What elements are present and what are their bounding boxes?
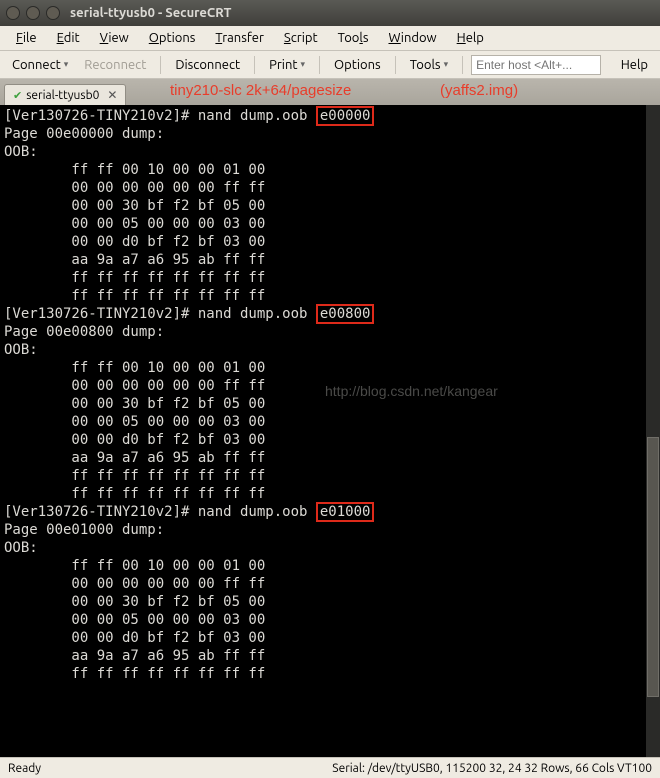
status-right: Serial: /dev/ttyUSB0, 115200 32, 24 32 R…	[332, 762, 652, 775]
close-tab-icon[interactable]: ✕	[107, 88, 117, 102]
menu-file[interactable]: File	[6, 28, 47, 48]
host-input[interactable]	[471, 55, 601, 75]
annotation-pagesize: tiny210-slc 2k+64/pagesize	[170, 82, 351, 99]
annotation-yaffs: (yaffs2.img)	[440, 82, 518, 99]
window-title: serial-ttyusb0 - SecureCRT	[70, 6, 231, 20]
menu-window[interactable]: Window	[378, 28, 446, 48]
connect-label: Connect	[12, 58, 61, 72]
terminal-area: [Ver130726-TINY210v2]# nand dump.oob e00…	[0, 105, 660, 757]
tab-serial[interactable]: ✔ serial-ttyusb0 ✕	[4, 84, 126, 105]
help-button[interactable]: Help	[615, 56, 654, 74]
caret-icon: ▾	[301, 59, 306, 70]
print-button[interactable]: Print ▾	[263, 56, 311, 74]
tab-label: serial-ttyusb0	[26, 89, 99, 102]
scrollbar[interactable]	[646, 105, 660, 757]
caret-icon: ▾	[444, 59, 449, 70]
disconnect-button[interactable]: Disconnect	[169, 56, 246, 74]
separator	[319, 56, 320, 74]
reconnect-button[interactable]: Reconnect	[78, 56, 152, 74]
separator	[395, 56, 396, 74]
menu-tools[interactable]: Tools	[328, 28, 379, 48]
maximize-window-button[interactable]	[46, 6, 60, 20]
caret-icon: ▾	[64, 59, 69, 70]
highlight-addr-1: e00000	[316, 106, 375, 126]
highlight-addr-3: e01000	[316, 502, 375, 522]
minimize-window-button[interactable]	[26, 6, 40, 20]
toolbar-tools-button[interactable]: Tools▾	[404, 56, 454, 74]
tabbar: ✔ serial-ttyusb0 ✕ tiny210-slc 2k+64/pag…	[0, 79, 660, 105]
separator	[462, 56, 463, 74]
check-icon: ✔	[13, 89, 22, 102]
separator	[160, 56, 161, 74]
connect-button[interactable]: Connect▾	[6, 56, 74, 74]
menu-edit[interactable]: Edit	[47, 28, 90, 48]
statusbar: Ready Serial: /dev/ttyUSB0, 115200 32, 2…	[0, 757, 660, 778]
window-buttons	[6, 6, 60, 20]
menu-transfer[interactable]: Transfer	[205, 28, 274, 48]
menu-help[interactable]: Help	[447, 28, 494, 48]
toolbar: Connect▾ Reconnect Disconnect Print▾ Opt…	[0, 51, 660, 79]
separator	[254, 56, 255, 74]
menu-options[interactable]: Options	[139, 28, 206, 48]
menubar: File Edit View Options Transfer Script T…	[0, 26, 660, 51]
close-window-button[interactable]	[6, 6, 20, 20]
print-label: Print	[269, 58, 297, 72]
highlight-addr-2: e00800	[316, 304, 375, 324]
tools-label: Tools	[410, 58, 441, 72]
scrollbar-thumb[interactable]	[647, 437, 659, 697]
watermark: http://blog.csdn.net/kangear	[325, 383, 498, 399]
toolbar-options-button[interactable]: Options	[328, 56, 387, 74]
menu-script[interactable]: Script	[274, 28, 328, 48]
status-left: Ready	[8, 762, 41, 775]
menu-view[interactable]: View	[90, 28, 139, 48]
titlebar: serial-ttyusb0 - SecureCRT	[0, 0, 660, 26]
